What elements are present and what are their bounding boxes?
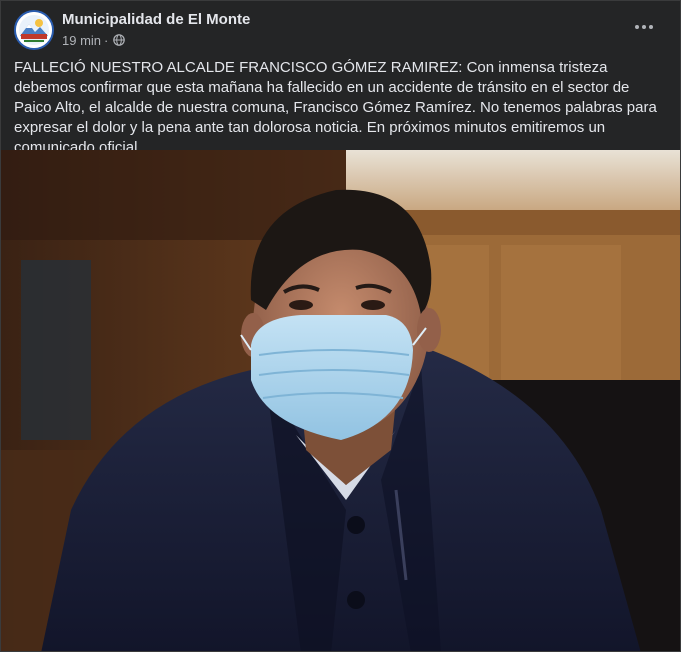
post-timestamp[interactable]: 19 min — [62, 33, 101, 48]
page-avatar[interactable] — [14, 10, 54, 50]
more-options-button[interactable] — [626, 11, 662, 43]
facebook-post: Municipalidad de El Monte 19 min · FALLE… — [0, 0, 681, 652]
more-options-icon — [635, 25, 653, 29]
post-photo[interactable] — [1, 150, 680, 651]
post-meta: 19 min · — [62, 32, 126, 48]
page-name-link[interactable]: Municipalidad de El Monte — [62, 11, 250, 28]
post-text: FALLECIÓ NUESTRO ALCALDE FRANCISCO GÓMEZ… — [14, 59, 657, 156]
post-header: Municipalidad de El Monte 19 min · — [1, 1, 680, 57]
municipal-logo-icon — [16, 12, 52, 48]
globe-icon[interactable] — [113, 34, 126, 46]
meta-separator: · — [104, 32, 109, 48]
